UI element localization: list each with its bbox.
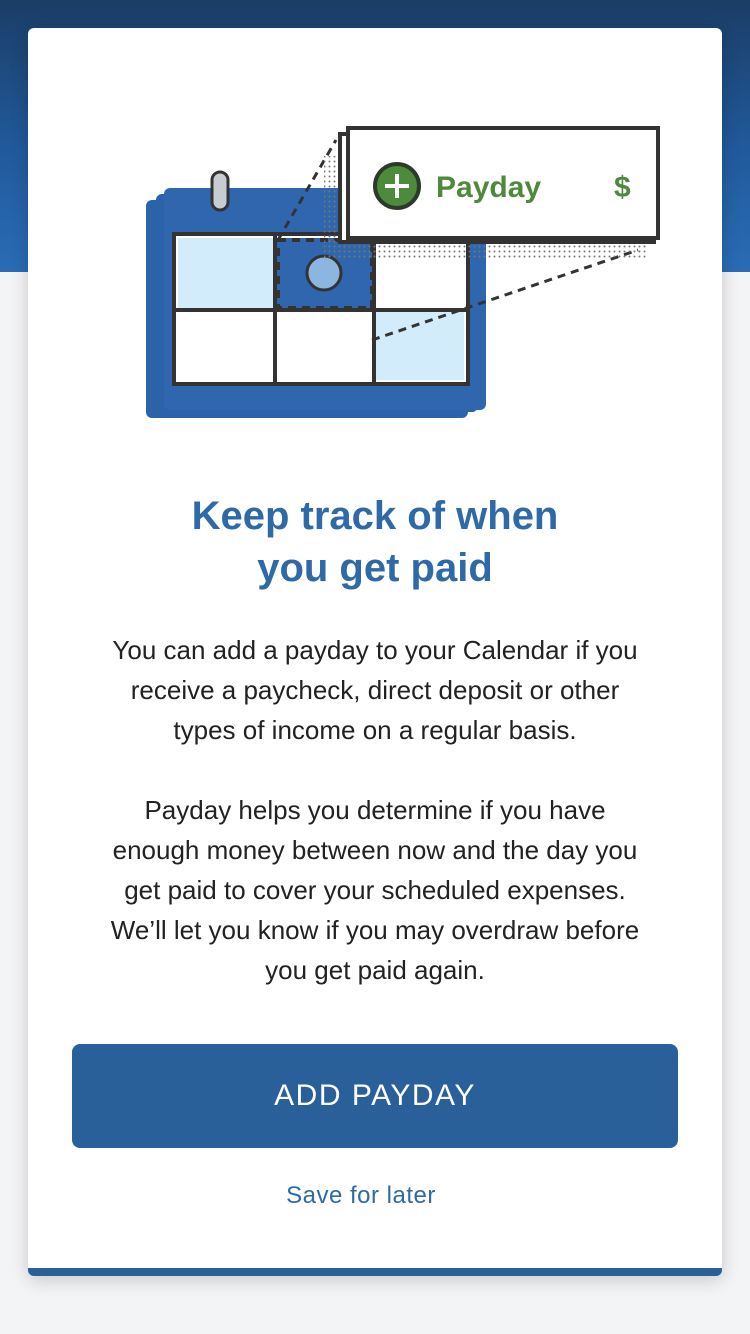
description-line: types of income on a regular basis. bbox=[173, 715, 577, 745]
description-line: You can add a payday to your Calendar if… bbox=[112, 635, 638, 665]
payday-badge: Payday $ bbox=[324, 126, 660, 260]
description-paragraph-2: Payday helps you determine if you have e… bbox=[68, 790, 682, 990]
description-line: enough money between now and the day you bbox=[112, 835, 638, 865]
description-line: you get paid again. bbox=[265, 955, 485, 985]
modal-title-line: Keep track of when bbox=[191, 494, 559, 538]
payday-illustration: Payday $ bbox=[146, 126, 660, 418]
description-line: get paid to cover your scheduled expense… bbox=[124, 875, 626, 905]
modal-title: Keep track of when you get paid bbox=[68, 490, 682, 594]
plus-circle-icon bbox=[373, 162, 421, 210]
payday-badge-label: Payday bbox=[436, 171, 541, 204]
payday-onboarding-modal: Payday $ Keep track of when you get paid… bbox=[28, 28, 722, 1276]
add-payday-button[interactable]: ADD PAYDAY bbox=[72, 1044, 678, 1148]
description-line: receive a paycheck, direct deposit or ot… bbox=[130, 675, 620, 705]
description-line: We’ll let you know if you may overdraw b… bbox=[110, 915, 640, 945]
description-paragraph-1: You can add a payday to your Calendar if… bbox=[68, 630, 682, 750]
modal-title-line: you get paid bbox=[257, 546, 493, 590]
save-for-later-link[interactable]: Save for later bbox=[28, 1182, 708, 1210]
description-line: Payday helps you determine if you have bbox=[144, 795, 606, 825]
payday-badge-currency: $ bbox=[614, 171, 631, 204]
